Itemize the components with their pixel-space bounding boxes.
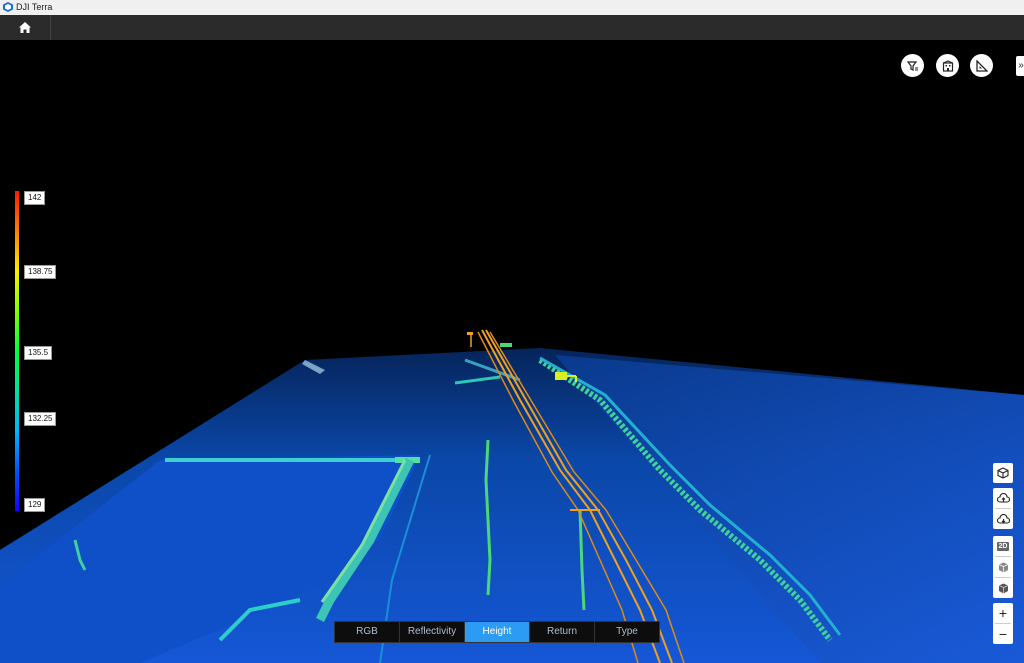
- zoom-in-button[interactable]: +: [993, 603, 1013, 623]
- scale-tick-min: 129: [24, 498, 46, 512]
- scale-tick: 138.75: [24, 265, 57, 279]
- scale-tick-max: 142: [24, 191, 46, 205]
- view-perspective-button[interactable]: [993, 578, 1013, 598]
- filter-icon: [906, 60, 918, 71]
- cloud-upload-icon: [996, 492, 1010, 503]
- point-cloud-render: [0, 329, 1024, 663]
- app-logo-icon: [3, 2, 13, 12]
- view-2d-label: 2D: [996, 541, 1010, 551]
- box-solid-icon: [998, 583, 1008, 593]
- view-mode-group: 2D: [993, 536, 1013, 598]
- view-cube-button[interactable]: [993, 463, 1013, 483]
- cloud-tools-group: [993, 488, 1013, 529]
- cube-view-icon: [997, 467, 1009, 479]
- title-bar: DJI Terra: [0, 0, 1024, 16]
- measure-button[interactable]: [970, 54, 993, 77]
- window-title: DJI Terra: [16, 2, 53, 12]
- scale-tick: 132.25: [24, 412, 57, 426]
- filter-button[interactable]: [901, 54, 924, 77]
- building-icon: [942, 59, 953, 72]
- cloud-upload-button[interactable]: [993, 488, 1013, 508]
- point-cloud-viewport[interactable]: » 142 138.75 135.5 132.25 129 RGB Reflec…: [0, 40, 1024, 663]
- mode-return-button[interactable]: Return: [530, 622, 595, 642]
- view-cube-group: [993, 463, 1013, 483]
- cloud-download-button[interactable]: [993, 509, 1013, 529]
- view-3d-button[interactable]: [993, 557, 1013, 577]
- mode-type-button[interactable]: Type: [595, 622, 659, 642]
- mode-height-button[interactable]: Height: [465, 622, 530, 642]
- height-color-scale: [15, 191, 19, 511]
- view-2d-button[interactable]: 2D: [993, 536, 1013, 556]
- building-button[interactable]: [936, 54, 959, 77]
- mode-reflectivity-button[interactable]: Reflectivity: [400, 622, 465, 642]
- top-nav: [0, 15, 1024, 40]
- zoom-out-button[interactable]: −: [993, 624, 1013, 644]
- cloud-download-icon: [996, 513, 1010, 524]
- collapse-panel-button[interactable]: »: [1016, 56, 1024, 76]
- home-icon: [19, 22, 31, 33]
- zoom-group: + −: [993, 603, 1013, 644]
- scale-tick: 135.5: [24, 346, 53, 360]
- mode-rgb-button[interactable]: RGB: [335, 622, 400, 642]
- display-mode-bar: RGB Reflectivity Height Return Type: [334, 621, 660, 643]
- home-button[interactable]: [0, 15, 51, 40]
- ruler-triangle-icon: [975, 59, 988, 72]
- box-icon: [998, 562, 1008, 572]
